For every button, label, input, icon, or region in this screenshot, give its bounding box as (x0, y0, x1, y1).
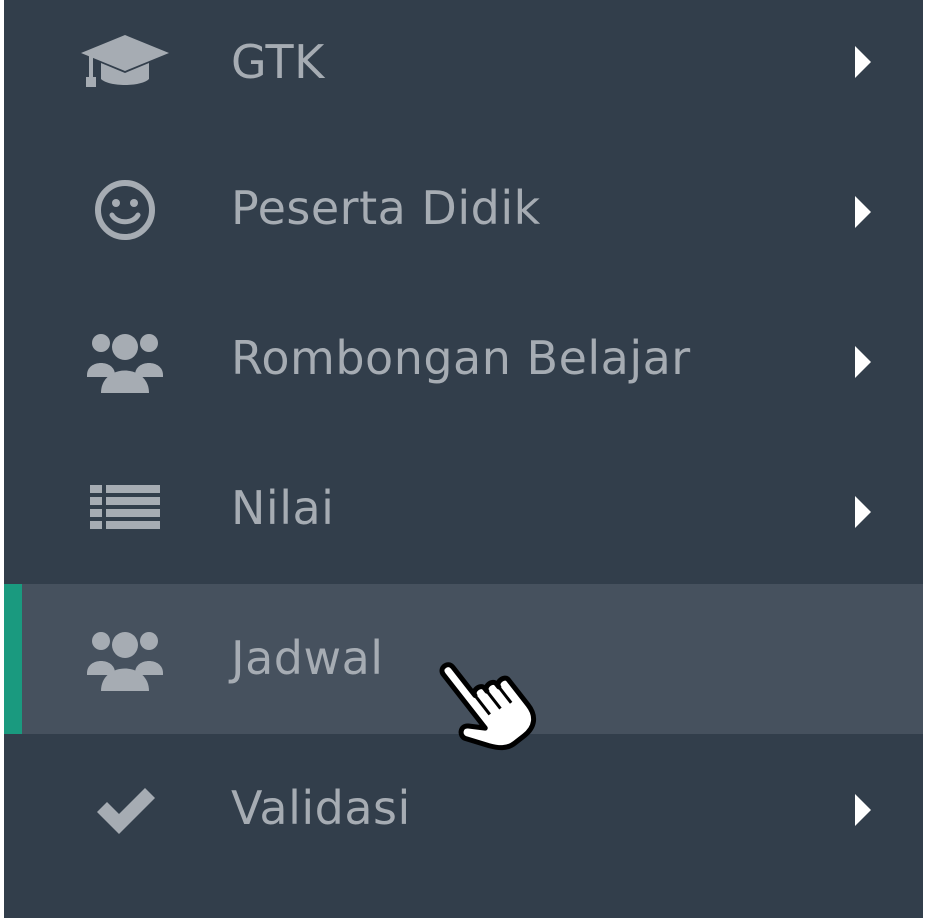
sidebar-item-label: Jadwal (231, 631, 384, 685)
sidebar-item-label: Validasi (231, 781, 411, 835)
sidebar-menu: GTK Peserta Didik Rombongan Belajar Nila… (4, 0, 923, 918)
sidebar-item-gtk[interactable]: GTK (4, 0, 923, 134)
sidebar-item-label: Peserta Didik (231, 181, 541, 235)
sidebar-item-peserta-didik[interactable]: Peserta Didik (4, 134, 923, 284)
check-icon (78, 774, 172, 846)
chevron-right-icon (847, 42, 877, 82)
users-icon (78, 622, 172, 694)
list-icon (78, 474, 172, 546)
sidebar-item-jadwal[interactable]: Jadwal (4, 584, 923, 734)
chevron-right-icon (847, 342, 877, 382)
chevron-right-icon (847, 492, 877, 532)
sidebar-item-rombongan-belajar[interactable]: Rombongan Belajar (4, 284, 923, 434)
smile-icon (78, 174, 172, 246)
sidebar-item-validasi[interactable]: Validasi (4, 734, 923, 884)
graduation-cap-icon (78, 26, 172, 98)
sidebar-item-label: Rombongan Belajar (231, 331, 691, 385)
active-indicator (4, 584, 22, 734)
sidebar-item-label: GTK (231, 35, 325, 89)
users-icon (78, 324, 172, 396)
chevron-right-icon (847, 790, 877, 830)
chevron-right-icon (847, 192, 877, 232)
sidebar-item-nilai[interactable]: Nilai (4, 434, 923, 584)
sidebar-item-label: Nilai (231, 481, 335, 535)
